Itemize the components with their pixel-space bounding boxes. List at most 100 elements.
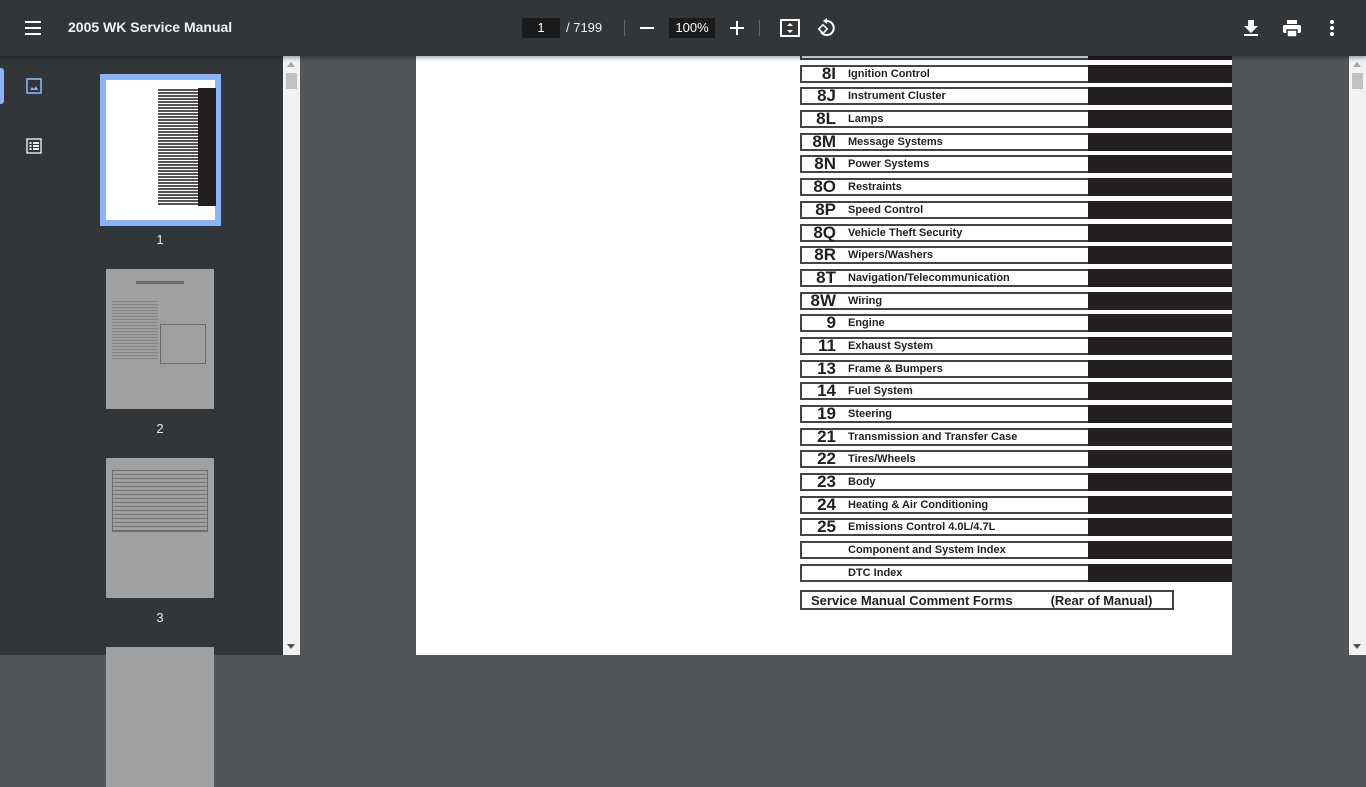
toolbar-divider [759, 20, 760, 36]
toc-row: DTC Index [800, 563, 1232, 582]
scroll-up-arrow[interactable] [287, 62, 295, 67]
toc-black-tab [1088, 56, 1232, 60]
table-of-contents: 8HHorn 8I Ignition Control 8J Instrument Clu… [800, 56, 1232, 587]
list-icon [26, 138, 42, 154]
page-number-input[interactable] [522, 18, 560, 38]
toc-black-tab [1088, 223, 1232, 242]
thumbnail-sidebar: 1 2 3 [0, 56, 300, 787]
toc-entry-box: 8L Lamps [800, 110, 1088, 129]
download-button[interactable] [1239, 16, 1263, 40]
toc-section-number: 25 [817, 517, 836, 537]
thumbnail-label-3: 3 [156, 610, 164, 625]
download-icon [1244, 20, 1258, 36]
toc-black-tab [1088, 178, 1232, 197]
print-icon [1283, 19, 1301, 37]
toc-section-title: Heating & Air Conditioning [848, 498, 989, 511]
thumbnail-label-1: 1 [156, 232, 164, 247]
toc-entry-box: 22 Tires/Wheels [800, 450, 1088, 469]
scrollbar-thumb[interactable] [1352, 73, 1363, 89]
toc-row: 8N Power Systems [800, 155, 1232, 174]
document-viewer: 8HHorn 8I Ignition Control 8J Instrument Clu… [300, 56, 1349, 655]
toc-entry-box: DTC Index [800, 563, 1088, 582]
toc-section-title: Frame & Bumpers [848, 362, 943, 375]
toc-section-title: Speed Control [848, 203, 924, 216]
toc-section-number: 8I [821, 63, 836, 83]
scroll-up-arrow[interactable] [1353, 62, 1361, 67]
scroll-down-arrow[interactable] [287, 644, 295, 649]
document-title: 2005 WK Service Manual [68, 19, 233, 35]
toc-row: 8P Speed Control [800, 200, 1232, 219]
toc-row: 22 Tires/Wheels [800, 450, 1232, 469]
toc-section-number: 8R [814, 245, 836, 265]
toc-section-title: Transmission and Transfer Case [848, 430, 1018, 443]
toc-entry-box: 8M Message Systems [800, 132, 1088, 151]
page-thumbnail-2[interactable] [106, 269, 214, 409]
toc-section-title: Horn [848, 56, 874, 57]
toc-black-tab [1088, 268, 1232, 287]
toc-row: 25 Emissions Control 4.0L/4.7L [800, 517, 1232, 537]
toc-section-number: 8O [813, 177, 836, 197]
toc-entry-box: 14 Fuel System [800, 381, 1088, 401]
toc-section-title: Vehicle Theft Security [848, 226, 963, 239]
toc-section-number: 13 [817, 358, 836, 378]
toc-section-title: Wipers/Washers [848, 249, 934, 262]
outline-view-button[interactable] [22, 134, 46, 158]
rotate-counterclockwise-icon [817, 18, 835, 36]
toc-black-tab [1088, 132, 1232, 151]
toolbar-divider [624, 20, 625, 36]
toc-section-number: 14 [817, 381, 836, 401]
comment-forms-box: Service Manual Comment Forms (Rear of Ma… [800, 590, 1174, 610]
rotate-button[interactable] [814, 16, 838, 40]
thumbnail-view-button[interactable] [22, 74, 46, 98]
toc-row: 14 Fuel System [800, 381, 1232, 401]
toc-section-number: 24 [817, 494, 836, 514]
toc-entry-box: 8T Navigation/Telecommunication [800, 267, 1088, 287]
thumbnail-heading [136, 281, 184, 284]
toc-black-tab [1088, 314, 1232, 333]
scroll-down-arrow[interactable] [1353, 644, 1361, 649]
toc-entry-box: 11 Exhaust System [800, 336, 1088, 355]
toc-section-number: 8H [802, 56, 848, 59]
toc-row: 8O Restraints [800, 177, 1232, 197]
hamburger-menu-icon[interactable] [22, 16, 46, 40]
zoom-level-input[interactable]: 100% [669, 18, 715, 38]
scrollbar-thumb[interactable] [286, 73, 297, 89]
thumbnail-figure [160, 324, 206, 364]
toc-entry-box: 8P Speed Control [800, 200, 1088, 219]
toc-section-number: 8T [816, 267, 836, 287]
toc-entry-box: 8W Wiring [800, 291, 1088, 310]
toc-section-title: Tires/Wheels [848, 453, 916, 466]
toc-section-number: 8J [817, 86, 836, 106]
toc-section-title: Fuel System [848, 385, 913, 398]
toc-preview [158, 88, 216, 206]
toc-section-title: Body [848, 476, 876, 489]
zoom-in-button[interactable] [725, 16, 749, 40]
comment-forms-label: Service Manual Comment Forms [811, 592, 1013, 608]
toc-section-title: Emissions Control 4.0L/4.7L [848, 521, 996, 534]
toc-entry-box: 8J Instrument Cluster [800, 86, 1088, 106]
page-thumbnail-4[interactable] [106, 647, 214, 787]
zoom-out-button[interactable] [635, 16, 659, 40]
toc-black-tab [1088, 541, 1232, 560]
toc-section-number: 19 [817, 404, 836, 423]
thumbnail-label-2: 2 [156, 421, 164, 436]
toc-section-title: Engine [848, 317, 885, 330]
toc-black-tab [1088, 495, 1232, 514]
page-thumbnail-1[interactable] [100, 74, 221, 226]
page-thumbnail-3[interactable] [106, 458, 214, 598]
more-actions-button[interactable] [1320, 16, 1344, 40]
toc-row: 8J Instrument Cluster [800, 86, 1232, 106]
fit-to-page-button[interactable] [778, 16, 802, 40]
toc-black-tab [1088, 450, 1232, 469]
toc-entry-box: 8N Power Systems [800, 155, 1088, 174]
toc-row: 23 Body [800, 473, 1232, 492]
main-scrollbar[interactable] [1349, 56, 1366, 655]
print-button[interactable] [1280, 16, 1304, 40]
toc-section-title: Instrument Cluster [848, 90, 946, 103]
toc-entry-box: 13 Frame & Bumpers [800, 358, 1088, 378]
toc-black-tab [1088, 382, 1232, 401]
active-view-indicator [0, 68, 4, 104]
toc-black-tab [1088, 359, 1232, 378]
sidebar-scrollbar[interactable] [283, 56, 300, 655]
toc-section-title: Exhaust System [848, 339, 933, 352]
